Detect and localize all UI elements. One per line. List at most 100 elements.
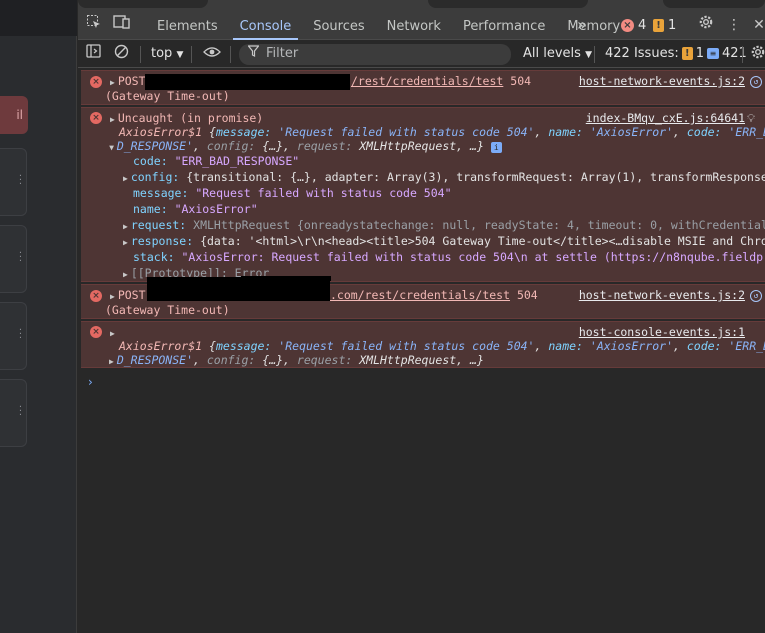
issues-button[interactable]: 422 Issues: ! 1 ≡ 421 — [605, 46, 747, 61]
object-summary: AxiosError$1 {message: 'Request failed w… — [119, 125, 765, 139]
settings-gear-icon[interactable] — [695, 14, 717, 36]
close-icon[interactable]: ✕ — [748, 14, 765, 36]
more-icon[interactable]: · · · — [19, 172, 22, 190]
more-icon[interactable]: · · · — [19, 326, 22, 344]
panel-tabs: Elements Console Sources Network Perform… — [146, 14, 631, 40]
source-link[interactable]: host-network-events.js:2 — [579, 74, 745, 88]
filter-input[interactable]: Filter — [239, 44, 511, 65]
filter-placeholder: Filter — [266, 46, 299, 61]
console-error-message[interactable]: × ▶ Uncaught (in promise) index-BMqv_cxE.… — [81, 107, 765, 282]
page-card[interactable]: · · · — [0, 225, 27, 293]
console-error-message[interactable]: × ▶ host-console-events.js:1 AxiosError$… — [81, 321, 765, 368]
issues-label: 422 Issues: — [605, 46, 679, 61]
context-label: top — [151, 46, 173, 61]
source-link[interactable]: host-network-events.js:2 — [579, 288, 745, 302]
prop-name: name: "AxiosError" — [133, 202, 258, 216]
console-toolbar: top ▼ Filter All levels ▼ 422 Issues: ! … — [78, 41, 765, 68]
error-icon: × — [621, 19, 634, 32]
network-request-icon[interactable]: ↺ — [750, 290, 762, 302]
devtools-panel: Elements Console Sources Network Perform… — [78, 0, 765, 633]
url-tail[interactable]: .com/rest/credentials/test 504 — [330, 288, 538, 302]
page-card[interactable]: · · · — [0, 379, 27, 447]
object-summary-cont: ▶D_RESPONSE', config: {…}, request: XMLH… — [107, 139, 502, 155]
warning-icon: ! — [653, 19, 664, 32]
browser-tab-strip — [0, 0, 77, 36]
divider — [191, 46, 192, 63]
error-counter[interactable]: × 4 — [621, 18, 646, 33]
url-tail[interactable]: /rest/credentials/test 504 — [351, 74, 531, 88]
error-x-icon: × — [90, 76, 102, 88]
tab-sources[interactable]: Sources — [302, 14, 375, 40]
devtools-tabbar: Elements Console Sources Network Perform… — [78, 0, 765, 40]
levels-label: All levels — [523, 46, 581, 61]
status-code: 504 — [516, 288, 538, 302]
log-levels-dropdown[interactable]: All levels ▼ — [523, 46, 592, 61]
expand-arrow-icon[interactable]: ▶ — [123, 236, 128, 250]
expand-arrow-icon[interactable]: ▶ — [123, 172, 128, 186]
redacted-url — [147, 277, 330, 301]
prop-request[interactable]: ▶ request: XMLHttpRequest {onreadystatech… — [123, 218, 765, 234]
expand-arrow-icon[interactable]: ▶ — [123, 220, 128, 234]
expand-arrow-icon[interactable]: ▶ — [110, 290, 115, 304]
dropdown-arrow-icon: ▼ — [176, 50, 184, 60]
device-toolbar-icon[interactable] — [111, 14, 133, 36]
prop-stack: stack: "AxiosError: Request failed with … — [133, 250, 764, 264]
console-error-message[interactable]: × ▶ POST /rest/credentials/test 504 (Gate… — [81, 70, 765, 105]
prop-code: code: "ERR_BAD_RESPONSE" — [133, 154, 300, 168]
warning-counter[interactable]: ! 1 — [653, 18, 676, 33]
error-count: 4 — [638, 18, 647, 33]
status-text: (Gateway Time-out) — [105, 303, 230, 317]
expand-arrow-icon[interactable]: ▶ — [110, 113, 115, 127]
tab-console[interactable]: Console — [229, 14, 303, 40]
message-line: ▶ POST — [110, 74, 146, 90]
page-card[interactable]: · · · — [0, 148, 27, 216]
divider — [742, 46, 743, 63]
info-icon[interactable]: i — [490, 142, 502, 153]
status-code: 504 — [510, 74, 532, 88]
tab-memory[interactable]: Memory — [556, 14, 631, 40]
source-link[interactable]: index-BMqv_cxE.js:64641 — [586, 111, 745, 125]
live-expression-eye-icon[interactable] — [202, 44, 222, 64]
console-prompt[interactable]: › — [88, 375, 93, 389]
expand-arrow-icon[interactable]: ▶ — [110, 76, 115, 90]
context-selector[interactable]: top ▼ — [151, 46, 183, 61]
info-message-icon: ≡ — [707, 48, 719, 59]
page-sidebar: il · · · · · · · · · · · · — [0, 0, 77, 633]
expand-arrow-icon[interactable]: ▶ — [109, 355, 114, 369]
tab-performance[interactable]: Performance — [452, 14, 556, 40]
prop-message: message: "Request failed with status cod… — [133, 186, 452, 200]
expand-arrow-icon[interactable]: ▶ — [110, 327, 115, 341]
prop-response[interactable]: ▶ response: {data: '<html>\r\n<head><titl… — [123, 234, 765, 250]
inspect-element-icon[interactable] — [83, 14, 105, 36]
divider — [140, 46, 141, 63]
tab-elements[interactable]: Elements — [146, 14, 229, 40]
prop-config[interactable]: ▶ config: {transitional: {…}, adapter: Ar… — [123, 170, 765, 186]
console-settings-gear-icon[interactable] — [748, 44, 765, 64]
filter-funnel-icon — [247, 45, 260, 60]
collapse-arrow-icon[interactable]: ▶ — [104, 146, 118, 151]
divider — [594, 46, 595, 63]
lightbulb-icon[interactable]: 💡︎ — [747, 111, 755, 125]
warning-count: 1 — [668, 18, 677, 33]
kebab-menu-icon[interactable]: ⋮ — [723, 14, 745, 36]
page-card[interactable]: · · · — [0, 302, 27, 370]
issues-warn-count: 1 — [695, 46, 704, 61]
more-icon[interactable]: · · · — [19, 249, 22, 267]
network-request-icon[interactable]: ↺ — [750, 76, 762, 88]
warning-icon: ! — [681, 47, 693, 60]
tab-network[interactable]: Network — [376, 14, 452, 40]
redacted-url — [145, 74, 350, 90]
clear-console-icon[interactable] — [111, 44, 131, 64]
console-error-message[interactable]: × ▶ POST .com/rest/credentials/test 504 (… — [81, 277, 765, 319]
expand-arrow-icon[interactable]: ▶ — [123, 268, 128, 281]
page-red-button[interactable]: il — [0, 96, 28, 134]
more-tabs-icon[interactable]: » — [577, 14, 587, 36]
more-icon[interactable]: · · · — [19, 403, 22, 421]
error-x-icon: × — [90, 112, 102, 124]
browser-tab-edge — [663, 0, 765, 8]
message-line: ▶ POST — [110, 288, 146, 304]
sidebar-toggle-icon[interactable] — [83, 44, 103, 64]
source-link[interactable]: host-console-events.js:1 — [579, 325, 745, 339]
object-summary-cont: ▶D_RESPONSE', config: {…}, request: XMLH… — [109, 353, 484, 369]
method-label: POST — [117, 74, 146, 88]
